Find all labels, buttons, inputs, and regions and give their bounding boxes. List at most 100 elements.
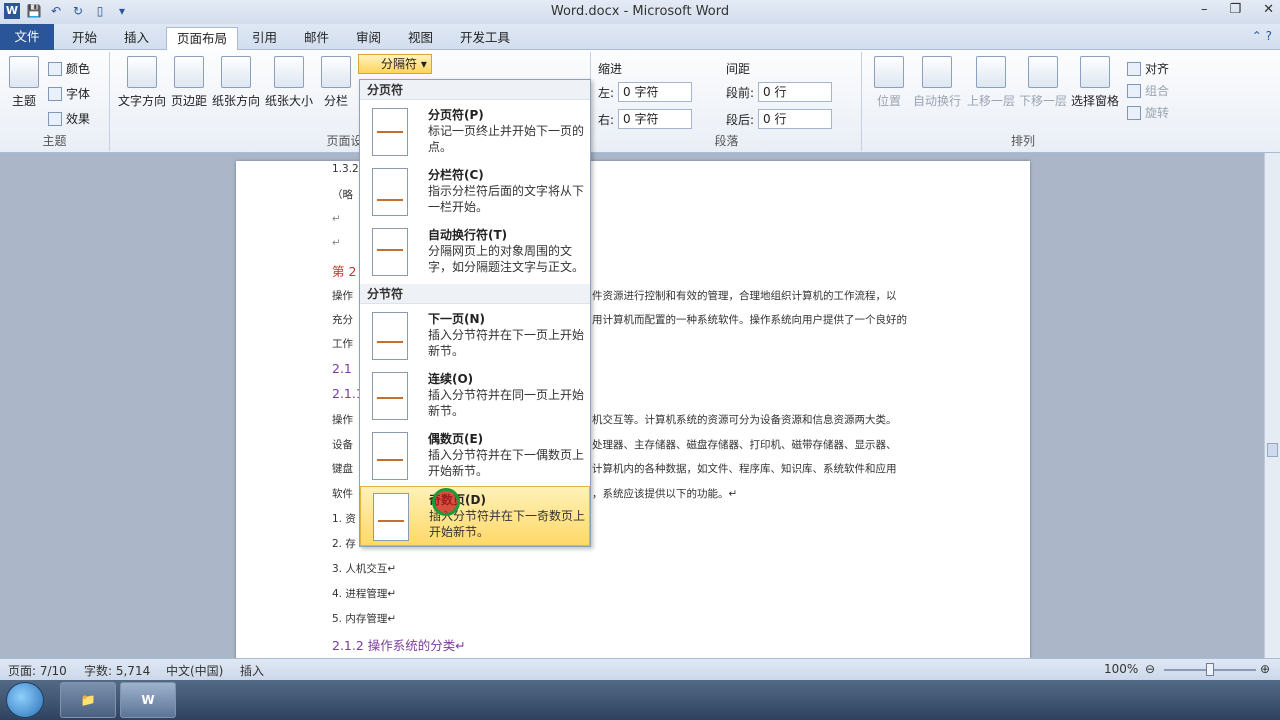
window-title: Word.docx - Microsoft Word: [550, 4, 730, 19]
zoom-level[interactable]: 100%: [1104, 662, 1138, 676]
send-backward-icon: [1028, 56, 1058, 88]
orientation-button[interactable]: 纸张方向: [211, 56, 261, 109]
selection-pane-button[interactable]: 选择窗格: [1069, 56, 1121, 109]
menu-item-odd-page[interactable]: 奇数页(D) 插入分节符并在下一奇数页上开始新节。: [360, 486, 590, 546]
zoom-slider-thumb[interactable]: [1206, 663, 1214, 676]
bring-forward-button[interactable]: 上移一层: [965, 56, 1017, 109]
menu-item-next-page[interactable]: 下一页(N) 插入分节符并在下一页上开始新节。: [360, 306, 590, 366]
menu-item-continuous[interactable]: 连续(O) 插入分节符并在同一页上开始新节。: [360, 366, 590, 426]
language-indicator[interactable]: 中文(中国): [166, 662, 223, 679]
spacing-before-input[interactable]: 0 行: [758, 82, 833, 102]
menu-item-text-wrapping-break[interactable]: 自动换行符(T) 分隔网页上的对象周围的文字，如分隔题注文字与正文。: [360, 222, 590, 282]
taskbar-word[interactable]: W: [120, 682, 176, 718]
doc-line-fragment: 机交互等。计算机系统的资源可分为设备资源和信息资源两大类。: [592, 414, 897, 426]
effects-icon: [48, 111, 62, 126]
breaks-button[interactable]: 分隔符 ▾: [358, 54, 432, 74]
start-button[interactable]: [6, 682, 44, 718]
restore-button[interactable]: ❐: [1229, 2, 1241, 17]
doc-line: （略: [332, 189, 353, 201]
text-wrapping-break-icon: [372, 228, 408, 276]
send-backward-button[interactable]: 下移一层: [1017, 56, 1069, 109]
wrap-text-button[interactable]: 自动换行: [911, 56, 963, 109]
tab-page-layout[interactable]: 页面布局: [166, 27, 239, 51]
effects-button[interactable]: 效果: [48, 110, 90, 127]
spacing-after-input[interactable]: 0 行: [758, 109, 833, 129]
group-arrange: 位置 自动换行 上移一层 下移一层 选择窗格 对齐 组合 旋转 排列: [863, 52, 1183, 151]
click-highlight-cursor: [432, 488, 460, 516]
taskbar: 📁 W: [0, 680, 1280, 720]
word-count[interactable]: 字数: 5,714: [84, 662, 150, 679]
menu-section-section-breaks: 分节符: [360, 284, 590, 304]
rotate-button[interactable]: 旋转: [1127, 104, 1169, 121]
doc-line-fragment: 计算机内的各种数据，如文件、程序库、知识库、系统软件和应用: [592, 463, 897, 475]
menu-item-column-break[interactable]: 分栏符(C) 指示分栏符后面的文字将从下一栏开始。: [360, 162, 590, 222]
close-button[interactable]: ✕: [1263, 2, 1274, 17]
doc-line-fragment: 件资源进行控制和有效的管理，合理地组织计算机的工作流程，以: [592, 290, 897, 302]
tab-view[interactable]: 视图: [398, 27, 443, 50]
themes-button[interactable]: 主题: [6, 56, 42, 109]
menu-item-page-break[interactable]: 分页符(P) 标记一页终止并开始下一页的点。: [360, 102, 590, 162]
indent-right-input[interactable]: 0 字符: [618, 109, 693, 129]
indent-left: 左: 0 字符: [598, 82, 693, 102]
doc-line-fragment: ，系统应该提供以下的功能。↵: [592, 488, 738, 500]
colors-icon: [48, 61, 62, 76]
vertical-scrollbar[interactable]: [1264, 153, 1280, 658]
list-item: 4. 进程管理↵: [332, 588, 397, 600]
tab-insert[interactable]: 插入: [114, 27, 159, 50]
continuous-icon: [372, 372, 408, 420]
colors-button[interactable]: 颜色: [48, 60, 90, 77]
tab-review[interactable]: 审阅: [346, 27, 391, 50]
zoom-out-icon[interactable]: ⊖: [1145, 662, 1155, 676]
margins-button[interactable]: 页边距: [169, 56, 209, 109]
group-objects-button[interactable]: 组合: [1127, 82, 1169, 99]
indent-left-input[interactable]: 0 字符: [618, 82, 693, 102]
position-button[interactable]: 位置: [871, 56, 907, 109]
spacing-after: 段后: 0 行: [726, 109, 833, 129]
tab-file[interactable]: 文件: [0, 24, 54, 50]
section-heading: 2.1: [332, 361, 352, 376]
zoom-in-icon[interactable]: ⊕: [1260, 662, 1270, 676]
paragraph-mark: ↵: [332, 213, 341, 225]
columns-button[interactable]: 分栏: [319, 56, 353, 109]
indent-heading: 缩进: [598, 62, 623, 76]
indent-right: 右: 0 字符: [598, 109, 693, 129]
rotate-icon: [1127, 105, 1141, 120]
group-label-theme: 主题: [42, 134, 67, 148]
text-direction-button[interactable]: 文字方向: [117, 56, 167, 109]
doc-line: 工作: [332, 338, 353, 350]
odd-page-icon: [373, 493, 409, 541]
document-area: 1.3.2 （略 ↵ ↵ 第 2 操作 件资源进行控制和有效的管理，合理地组织计…: [0, 153, 1264, 658]
doc-line: 软件: [332, 488, 353, 500]
group-paragraph: 缩进 左: 0 字符 右: 0 字符 间距 段前: 0 行 段后: 0 行 段落: [592, 52, 862, 151]
chapter-heading: 第 2: [332, 264, 357, 279]
tab-references[interactable]: 引用: [242, 27, 287, 50]
doc-line: 充分: [332, 314, 353, 326]
fonts-button[interactable]: 字体: [48, 85, 90, 102]
group-label-arrange: 排列: [1010, 134, 1035, 148]
tab-home[interactable]: 开始: [62, 27, 107, 50]
group-icon: [1127, 83, 1141, 98]
align-button[interactable]: 对齐: [1127, 60, 1169, 77]
minimize-button[interactable]: –: [1201, 2, 1208, 17]
paragraph-mark: ↵: [332, 237, 341, 249]
orientation-icon: [221, 56, 251, 88]
scrollbar-thumb[interactable]: [1267, 443, 1278, 457]
page-size-icon: [274, 56, 304, 88]
document-page[interactable]: 1.3.2 （略 ↵ ↵ 第 2 操作 件资源进行控制和有效的管理，合理地组织计…: [236, 161, 1030, 658]
help-icon[interactable]: ⌃ ?: [1252, 29, 1272, 43]
group-label-paragraph: 段落: [714, 134, 739, 148]
doc-line-fragment: 处理器、主存储器、磁盘存储器、打印机、磁带存储器、显示器、: [592, 439, 897, 451]
insert-mode[interactable]: 插入: [240, 662, 264, 679]
wrap-text-icon: [922, 56, 952, 88]
taskbar-explorer[interactable]: 📁: [60, 682, 116, 718]
size-button[interactable]: 纸张大小: [263, 56, 315, 109]
tab-mailings[interactable]: 邮件: [294, 27, 339, 50]
tab-developer[interactable]: 开发工具: [450, 27, 520, 50]
section-heading: 2.1.2 操作系统的分类↵: [332, 638, 466, 653]
breaks-dropdown-menu: 分页符 分页符(P) 标记一页终止并开始下一页的点。 分栏符(C) 指示分栏符后…: [359, 79, 591, 547]
menu-item-even-page[interactable]: 偶数页(E) 插入分节符并在下一偶数页上开始新节。: [360, 426, 590, 486]
page-count[interactable]: 页面: 7/10: [8, 662, 67, 679]
themes-icon: [9, 56, 39, 88]
list-item: 1. 资: [332, 513, 356, 525]
list-item: 5. 内存管理↵: [332, 613, 397, 625]
